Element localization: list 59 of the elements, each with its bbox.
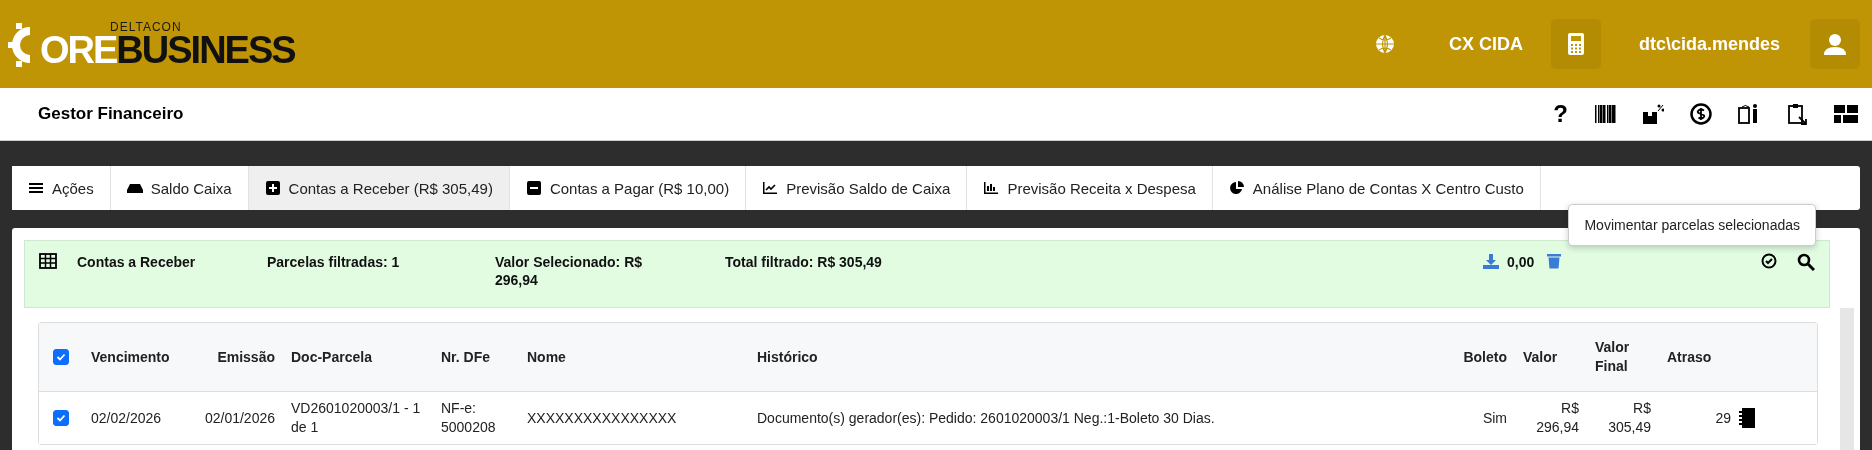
menu-icon: [28, 180, 44, 196]
trash-icon: [1547, 253, 1561, 269]
cash-register-name: CX CIDA: [1448, 33, 1523, 55]
checkbox[interactable]: [53, 410, 69, 426]
table-cell-text: R$ 305,49: [1607, 399, 1652, 437]
check-icon: [56, 352, 66, 362]
user-button[interactable]: [1810, 19, 1860, 69]
tab[interactable]: Ações: [12, 166, 111, 210]
minus-square-icon: [525, 180, 542, 196]
column-header: Doc-Parcela: [290, 347, 373, 367]
filtered-total: Total filtrado: R$ 305,49: [725, 253, 883, 271]
summary-title: Contas a Receber: [77, 253, 197, 271]
globe-icon[interactable]: [1374, 34, 1395, 54]
clipboard-icon: [1786, 103, 1808, 125]
column-header: Boleto: [1462, 347, 1508, 367]
column-header: Nome: [526, 347, 567, 367]
table-cell-text: VD2601020003/1 - 1 de 1: [290, 399, 422, 437]
column-header: Histórico: [756, 347, 819, 367]
table-cell-text: R$ 296,94: [1535, 399, 1580, 437]
notebook-icon: [1739, 408, 1755, 428]
table-cell-text: 29: [1714, 408, 1732, 428]
barcode-icon: [1594, 103, 1616, 125]
check-icon: [56, 413, 66, 423]
tooltip: Movimentar parcelas selecionadas: [1568, 204, 1816, 246]
tab[interactable]: Contas a Receber (R$ 305,49): [248, 166, 510, 210]
table-cell-text: Documento(s) gerador(es): Pedido: 2601020003/1 Neg.:1-Boleto 30 Dias.: [756, 408, 1216, 428]
table-icon: [39, 253, 57, 269]
table-cell-text: NF-e: 5000208: [440, 399, 497, 437]
checkbox[interactable]: [53, 349, 69, 365]
bar-chart-icon: [983, 180, 1000, 196]
column-header: Atraso: [1666, 347, 1713, 367]
page-title: Gestor Financeiro: [38, 104, 184, 124]
calculator-button[interactable]: [1550, 19, 1601, 69]
column-header: Emissão: [216, 347, 276, 367]
table-cell-text: 02/01/2026: [203, 408, 276, 428]
check-circle-icon: [1761, 253, 1777, 269]
column-header: Nr. DFe: [440, 347, 491, 367]
table-cell-text: XXXXXXXXXXXXXXXX: [526, 408, 678, 428]
dollar-circle-icon: [1690, 103, 1712, 125]
column-header: Valor: [1522, 347, 1559, 367]
filtered-count: Parcelas filtradas: 1: [267, 253, 401, 271]
grid-layout-icon: [1834, 105, 1858, 123]
pie-chart-icon: [1228, 180, 1245, 196]
user-name: dtc\cida.mendes: [1638, 33, 1780, 55]
calculator-icon: [1567, 33, 1584, 55]
line-chart-icon: [762, 180, 779, 196]
box-percent-icon: [1642, 103, 1664, 125]
selected-value: Valor Selecionado: R$ 296,94: [495, 253, 644, 289]
download-icon: [1483, 253, 1499, 269]
column-header: Vencimento: [90, 347, 171, 367]
help-button[interactable]: ?: [1553, 100, 1568, 128]
discount-value: 0,00: [1507, 253, 1536, 271]
column-header: Valor Final: [1594, 338, 1631, 376]
scrollbar[interactable]: [1840, 308, 1854, 450]
table-cell-text: 02/02/2026: [90, 408, 163, 428]
search-icon: [1797, 253, 1815, 271]
table-cell-text: Sim: [1481, 408, 1508, 428]
user-icon: [1824, 33, 1846, 55]
plus-square-icon: [264, 180, 281, 196]
